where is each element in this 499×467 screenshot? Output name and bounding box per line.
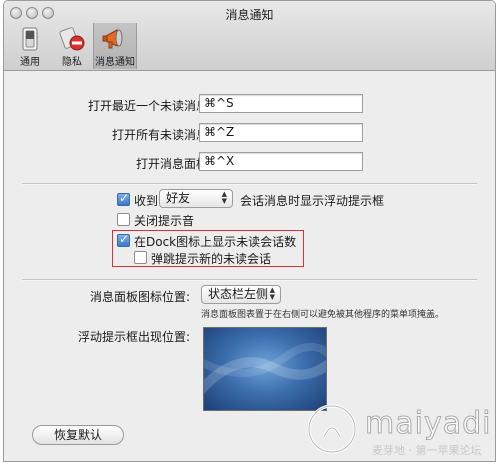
popup-arrows-icon: ▲ ▼ (269, 286, 275, 301)
shortcut-field-open-all[interactable]: ⌘^Z (199, 123, 363, 142)
restore-defaults-button[interactable]: 恢复默认 (32, 425, 124, 445)
shortcut-label-open-recent: 打开最近一个未读消息: (87, 99, 212, 113)
window-title: 消息通知 (225, 8, 274, 22)
panel-icon-note: 消息面板图表置于在右侧可以避免被其他程序的菜单项掩盖。 (201, 310, 445, 320)
desktop-wallpaper-image (204, 342, 326, 394)
no-entry-icon (59, 27, 85, 51)
toolbar-item-privacy[interactable]: 隐私 (51, 23, 93, 69)
float-position-label: 浮动提示框出现位置: (77, 330, 190, 344)
bounce-checkbox[interactable] (134, 251, 147, 264)
toolbar-item-notifications[interactable]: 消息通知 (93, 23, 137, 69)
toolbar-label-notifications: 消息通知 (95, 57, 135, 68)
panel-icon-position-value: 状态栏左侧 (208, 287, 269, 301)
toolbar-item-general[interactable]: 通用 (9, 23, 51, 69)
close-sound-checkbox[interactable] (117, 213, 130, 226)
receive-label: 收到 (134, 194, 159, 208)
float-position-preview[interactable] (203, 327, 327, 411)
panel-icon-position-popup[interactable]: 状态栏左侧 ▲ ▼ (201, 285, 281, 304)
title-bar: 消息通知 通用 隐私 消息通知 (4, 1, 495, 71)
receive-from-value: 好友 (166, 191, 191, 205)
dock-badge-checkbox[interactable] (117, 232, 130, 247)
switch-icon (22, 27, 38, 51)
preferences-window: 消息通知 通用 隐私 消息通知 打开最近一个未读消息: ⌘^S 打开所有未读消息… (3, 0, 496, 462)
section-divider-2 (22, 279, 477, 281)
section-divider (22, 183, 477, 185)
shortcut-label-open-all: 打开所有未读消息: (111, 128, 212, 142)
popup-arrows-icon: ▲ ▼ (221, 190, 227, 205)
shortcut-field-open-panel[interactable]: ⌘^X (199, 152, 363, 171)
megaphone-icon (102, 29, 123, 49)
receive-suffix-label: 会话消息时显示浮动提示框 (240, 194, 385, 208)
watermark-logo-icon (307, 404, 357, 454)
close-sound-label: 关闭提示音 (134, 214, 195, 228)
shortcut-field-open-recent[interactable]: ⌘^S (199, 94, 363, 113)
dock-badge-label: 在Dock图标上显示未读会话数 (134, 235, 297, 249)
watermark-text: maiyadi (364, 406, 492, 442)
receive-from-popup[interactable]: 好友 ▲ ▼ (159, 189, 233, 208)
bounce-label: 弹跳提示新的未读会话 (151, 252, 272, 266)
panel-icon-position-label: 消息面板图标位置: (89, 290, 190, 304)
toolbar-label-general: 通用 (20, 57, 40, 68)
watermark-subtext: 麦芽地 · 第一苹果论坛 (372, 444, 482, 457)
receive-checkbox[interactable] (117, 191, 130, 206)
toolbar-label-privacy: 隐私 (62, 57, 82, 68)
